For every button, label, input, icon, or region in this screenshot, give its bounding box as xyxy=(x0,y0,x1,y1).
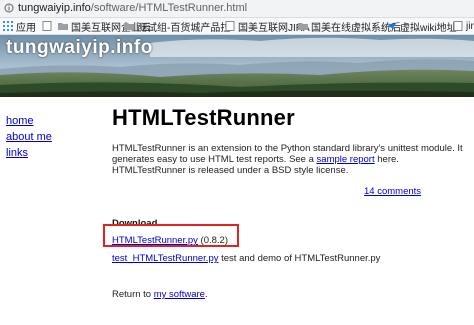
sidebar-link-home[interactable]: home xyxy=(6,113,52,129)
bookmark-label: 测试组-百货城产品拉 xyxy=(137,22,231,34)
my-software-link[interactable]: my software xyxy=(154,289,205,300)
main-content: HTMLTestRunner HTMLTestRunner is an exte… xyxy=(112,105,468,300)
return-line: Return to my software. xyxy=(112,289,208,300)
url-host: tungwaiyip.info xyxy=(18,2,91,14)
address-bar[interactable]: tungwaiyip.info/software/HTMLTestRunner.… xyxy=(0,0,474,18)
bookmarks-bar: 应用 国美互联网企业云 测试组-百货城产品拉 国美互联网JIRA 国美在线虚拟系… xyxy=(0,18,474,35)
bookmark-apps[interactable]: 应用 xyxy=(3,20,36,34)
bookmark-gome-virtual[interactable]: 国美在线虚拟系统后 xyxy=(298,20,401,34)
bookmark-label: jin xyxy=(466,20,474,32)
bookmark-jin[interactable]: jin xyxy=(453,20,474,32)
sidebar-link-links[interactable]: links xyxy=(6,145,52,161)
bookmark-virtual-wiki[interactable]: 虚拟wiki地址 xyxy=(387,20,457,34)
bookmark-page[interactable] xyxy=(42,20,55,32)
return-text: Return to xyxy=(112,289,154,300)
page-icon xyxy=(42,21,52,31)
return-end: . xyxy=(204,289,208,300)
page-icon xyxy=(453,21,463,31)
site-header-banner: tungwaiyip.info xyxy=(0,35,474,97)
bookmark-label: 虚拟wiki地址 xyxy=(400,22,457,34)
url-text[interactable]: tungwaiyip.info/software/HTMLTestRunner.… xyxy=(18,2,247,14)
site-title[interactable]: tungwaiyip.info xyxy=(6,37,153,59)
description-paragraph: HTMLTestRunner is an extension to the Py… xyxy=(112,143,468,176)
folder-icon xyxy=(298,23,308,30)
description-text-1: HTMLTestRunner is an extension to the Py… xyxy=(112,143,463,165)
url-path: /software/HTMLTestRunner.html xyxy=(90,2,248,14)
folder-icon xyxy=(124,23,134,30)
test-item: test_HTMLTestRunner.py test and demo of … xyxy=(112,253,380,264)
bird-icon xyxy=(388,23,396,29)
test-description: test and demo of HTMLTestRunner.py xyxy=(218,253,381,264)
page-icon xyxy=(225,21,235,31)
download-test-link[interactable]: test_HTMLTestRunner.py xyxy=(112,253,218,264)
sample-report-link[interactable]: sample report xyxy=(317,154,375,165)
bookmark-gome-jira[interactable]: 国美互联网JIRA xyxy=(225,20,310,34)
bookmark-test-group[interactable]: 测试组-百货城产品拉 xyxy=(124,20,231,34)
bookmark-label: 应用 xyxy=(16,22,36,34)
apps-grid-icon xyxy=(3,21,13,31)
red-highlight-box xyxy=(103,224,239,247)
page-title: HTMLTestRunner xyxy=(112,105,295,130)
folder-icon xyxy=(58,23,68,30)
sidebar-link-about-me[interactable]: about me xyxy=(6,129,52,145)
sidebar-nav: home about me links xyxy=(6,113,52,161)
comments-link[interactable]: 14 comments xyxy=(364,186,421,197)
info-icon[interactable] xyxy=(4,3,14,13)
